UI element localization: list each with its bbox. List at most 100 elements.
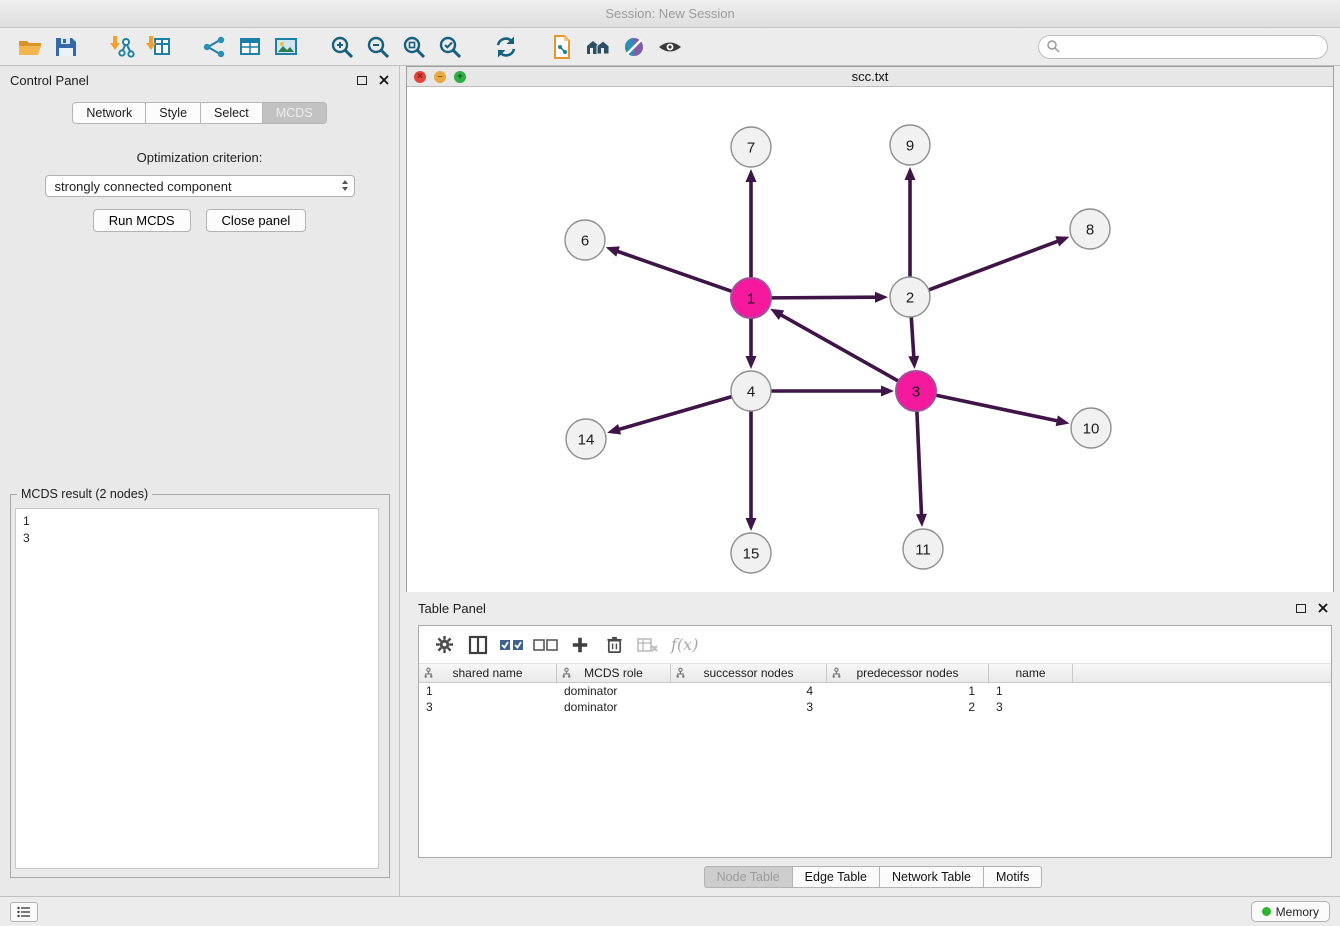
close-table-panel-icon[interactable] <box>1318 603 1328 613</box>
graph-edge-4-14[interactable] <box>607 397 732 435</box>
show-hide-eye-icon[interactable] <box>654 31 686 63</box>
column-header-mcds-role[interactable]: MCDS role <box>557 664 671 682</box>
open-folder-icon[interactable] <box>14 31 46 63</box>
graph-node-4[interactable]: 4 <box>731 371 771 411</box>
float-panel-icon[interactable] <box>357 76 367 85</box>
graph-node-6[interactable]: 6 <box>565 220 605 260</box>
mcds-result-list[interactable]: 1 3 <box>15 508 379 869</box>
mcds-result-line: 1 <box>23 513 371 530</box>
graph-edge-2-9[interactable] <box>905 167 916 277</box>
search-input[interactable] <box>1038 35 1328 59</box>
dropdown-stepper-icon <box>342 180 348 191</box>
mcds-result-title: MCDS result (2 nodes) <box>17 487 152 501</box>
cell-predecessor-nodes[interactable]: 1 <box>827 683 989 699</box>
graph-edge-1-4[interactable] <box>746 318 757 369</box>
first-neighbors-icon[interactable] <box>582 31 614 63</box>
tab-node-table[interactable]: Node Table <box>704 866 792 888</box>
table-settings-gear-icon[interactable] <box>427 630 461 660</box>
table-panel-tabs: Node Table Edge Table Network Table Moti… <box>406 866 1340 888</box>
cell-name[interactable]: 1 <box>989 683 1073 699</box>
graph-edge-1-7[interactable] <box>746 169 757 278</box>
cell-mcds-role[interactable]: dominator <box>557 699 671 715</box>
zoom-in-icon[interactable] <box>326 31 358 63</box>
show-column-panel-icon[interactable] <box>461 630 495 660</box>
graph-node-8[interactable]: 8 <box>1070 209 1110 249</box>
select-all-columns-icon[interactable] <box>495 630 529 660</box>
close-panel-icon[interactable] <box>379 75 389 85</box>
graph-edge-2-8[interactable] <box>929 236 1070 290</box>
tab-style[interactable]: Style <box>145 102 200 124</box>
cell-name[interactable]: 3 <box>989 699 1073 715</box>
graph-node-15[interactable]: 15 <box>731 533 771 573</box>
memory-button[interactable]: Memory <box>1251 901 1330 922</box>
column-header-shared-name[interactable]: shared name <box>419 664 557 682</box>
network-window-titlebar[interactable]: ✕ – + scc.txt <box>407 67 1333 87</box>
network-canvas[interactable]: 7 9 6 8 1 2 4 3 10 14 15 11 <box>407 88 1333 592</box>
new-network-icon[interactable] <box>198 31 230 63</box>
tab-motifs[interactable]: Motifs <box>983 866 1042 888</box>
optimization-criterion-dropdown[interactable]: strongly connected component <box>45 175 355 197</box>
window-close-icon[interactable]: ✕ <box>414 71 426 83</box>
task-history-button[interactable] <box>10 902 38 922</box>
unselect-all-columns-icon[interactable] <box>529 630 563 660</box>
export-image-icon[interactable] <box>270 31 302 63</box>
network-from-table-icon[interactable] <box>234 31 266 63</box>
import-table-file-icon[interactable] <box>142 31 174 63</box>
tab-mcds[interactable]: MCDS <box>262 102 327 124</box>
svg-text:14: 14 <box>578 431 595 448</box>
refresh-icon[interactable] <box>490 31 522 63</box>
window-zoom-icon[interactable]: + <box>454 71 466 83</box>
graph-edge-1-2[interactable] <box>771 292 888 303</box>
graph-edge-3-1[interactable] <box>770 309 898 381</box>
save-session-icon[interactable] <box>50 31 82 63</box>
tab-network[interactable]: Network <box>72 102 145 124</box>
network-document-icon[interactable] <box>546 31 578 63</box>
import-network-file-icon[interactable] <box>106 31 138 63</box>
cell-predecessor-nodes[interactable]: 2 <box>827 699 989 715</box>
column-header-successor-nodes[interactable]: successor nodes <box>671 664 827 682</box>
cell-shared-name[interactable]: 3 <box>419 699 557 715</box>
delete-table-icon <box>631 630 665 660</box>
graph-edge-2-3[interactable] <box>908 317 919 369</box>
graph-node-7[interactable]: 7 <box>731 127 771 167</box>
delete-column-trash-icon[interactable] <box>597 630 631 660</box>
memory-label: Memory <box>1276 905 1319 919</box>
search-box <box>1038 35 1328 59</box>
create-column-plus-icon[interactable] <box>563 630 597 660</box>
run-mcds-button[interactable]: Run MCDS <box>93 209 191 232</box>
tab-network-table[interactable]: Network Table <box>879 866 983 888</box>
graph-node-1[interactable]: 1 <box>731 278 771 318</box>
graph-edge-4-15[interactable] <box>746 411 757 531</box>
zoom-fit-icon[interactable] <box>398 31 430 63</box>
cell-mcds-role[interactable]: dominator <box>557 683 671 699</box>
svg-text:8: 8 <box>1086 221 1094 238</box>
graph-edge-1-6[interactable] <box>606 246 732 291</box>
tab-select[interactable]: Select <box>200 102 262 124</box>
tab-edge-table[interactable]: Edge Table <box>792 866 879 888</box>
column-header-predecessor-nodes[interactable]: predecessor nodes <box>827 664 989 682</box>
graph-node-14[interactable]: 14 <box>566 419 606 459</box>
column-header-name[interactable]: name <box>989 664 1073 682</box>
graph-node-3[interactable]: 3 <box>896 371 936 411</box>
graph-node-9[interactable]: 9 <box>890 125 930 165</box>
graph-edge-3-11[interactable] <box>916 411 927 527</box>
application-window: Session: New Session <box>0 0 1340 926</box>
zoom-selected-icon[interactable] <box>434 31 466 63</box>
window-minimize-icon[interactable]: – <box>434 71 446 83</box>
close-panel-button[interactable]: Close panel <box>206 209 307 232</box>
cell-shared-name[interactable]: 1 <box>419 683 557 699</box>
graph-edge-4-3[interactable] <box>771 386 894 397</box>
table-toolbar: f(x) <box>419 626 1331 664</box>
graph-edge-3-10[interactable] <box>936 395 1070 426</box>
graph-node-10[interactable]: 10 <box>1071 408 1111 448</box>
zoom-out-icon[interactable] <box>362 31 394 63</box>
graph-node-11[interactable]: 11 <box>903 529 943 569</box>
graph-node-2[interactable]: 2 <box>890 277 930 317</box>
cell-successor-nodes[interactable]: 4 <box>671 683 827 699</box>
style-brush-icon[interactable] <box>618 31 650 63</box>
table-row[interactable]: 3 dominator 3 2 3 <box>419 699 1331 715</box>
float-table-panel-icon[interactable] <box>1296 604 1306 613</box>
window-title: Session: New Session <box>605 6 734 21</box>
cell-successor-nodes[interactable]: 3 <box>671 699 827 715</box>
table-row[interactable]: 1 dominator 4 1 1 <box>419 683 1331 699</box>
